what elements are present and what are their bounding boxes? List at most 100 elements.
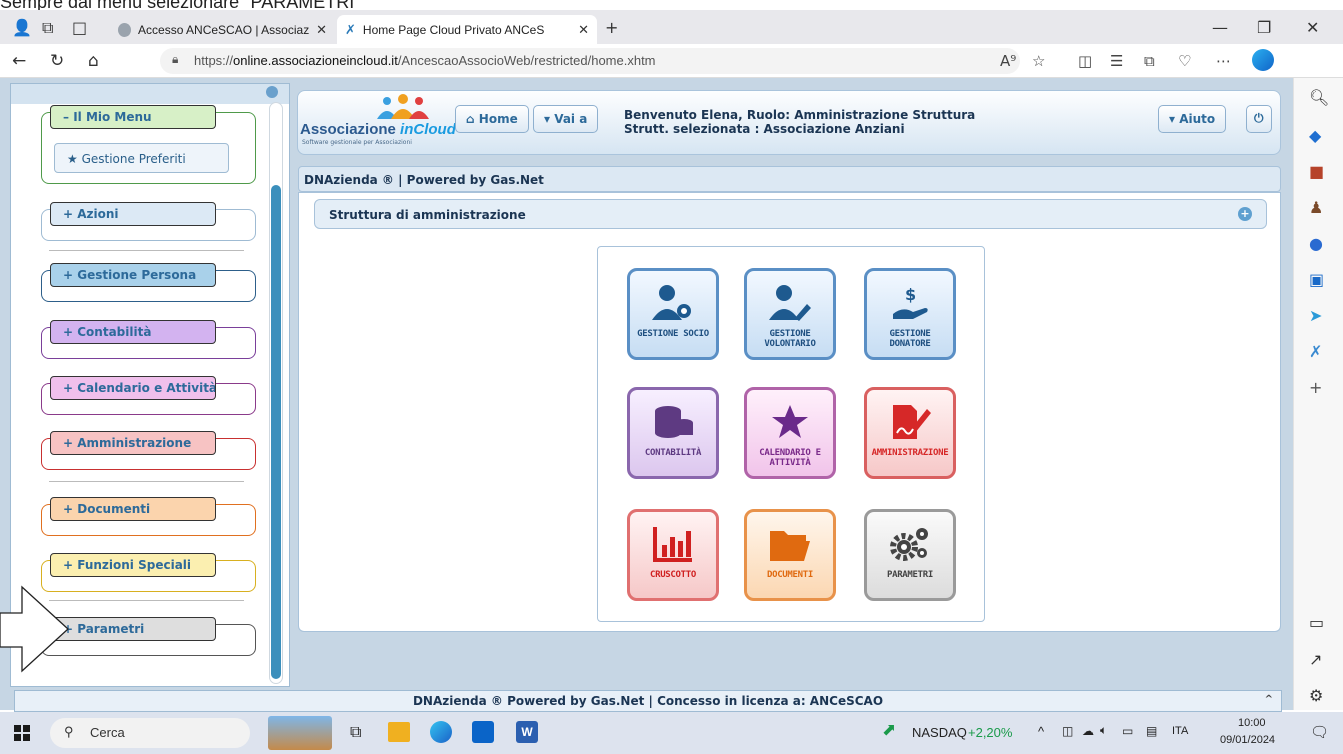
user-edit-icon [768,283,812,323]
stock-chart-icon: ⬈ [882,720,897,739]
read-aloud-icon[interactable]: A⁹ [1000,52,1016,70]
word-icon[interactable]: W [516,721,538,743]
gestione-preferiti-button[interactable]: ★ Gestione Preferiti [54,143,229,173]
tab-accesso[interactable]: Accesso ANCeSCAO | Associazion ✕ [110,15,335,44]
tile-gestione-socio[interactable]: GESTIONE SOCIO [627,268,719,360]
outlook-icon[interactable]: ▣ [1309,270,1324,289]
tile-amministrazione[interactable]: AMMINISTRAZIONE [864,387,956,479]
onedrive-icon[interactable]: ☁ [1082,724,1094,738]
tray-chevron-up-icon[interactable]: ^ [1038,724,1044,739]
home-button[interactable]: ⌂ Home [455,105,529,133]
home-icon[interactable]: ⌂ [88,51,99,71]
add-icon[interactable]: + [1309,378,1322,397]
favorites-icon[interactable]: ☰ [1110,52,1123,70]
tile-contabilita[interactable]: CONTABILITÀ [627,387,719,479]
logo-word-1: Associazione [300,121,396,138]
edge-browser-icon[interactable] [430,721,452,743]
workspaces-icon[interactable]: ⧉ [42,18,53,38]
tab-title: Home Page Cloud Privato ANCeS [362,22,545,37]
app-footer: DNAzienda ® Powered by Gas.Net | Concess… [14,690,1282,712]
volume-icon[interactable]: 🔈︎ [1100,723,1107,738]
language-indicator[interactable]: ITA [1172,725,1188,737]
menu-group-gestione-persona: + Gestione Persona [41,263,256,302]
nav-scroll-thumb[interactable] [271,185,281,679]
clock-date[interactable]: 09/01/2024 [1220,734,1275,746]
restore-button[interactable]: ❐ [1257,18,1271,37]
tile-documenti[interactable]: DOCUMENTI [744,509,836,601]
clock-time[interactable]: 10:00 [1238,717,1266,729]
profile-icon[interactable]: 👤 [12,18,32,37]
tile-gestione-volontario[interactable]: GESTIONE VOLONTARIO [744,268,836,360]
tab-home-page[interactable]: ✗ Home Page Cloud Privato ANCeS ✕ [337,15,597,44]
file-explorer-icon[interactable] [388,722,410,742]
tile-label: GESTIONE SOCIO [637,329,709,339]
user-gear-icon [651,283,695,323]
tile-gestione-donatore[interactable]: $ GESTIONE DONATORE [864,268,956,360]
battery-icon[interactable]: ▭ [1122,724,1133,738]
menu-item-contabilita[interactable]: + Contabilità [50,320,216,344]
menu-item-documenti[interactable]: + Documenti [50,497,216,521]
nav-scrollbar[interactable] [269,102,283,684]
menu-item-amministrazione[interactable]: + Amministrazione [50,431,216,455]
search-icon[interactable]: 🔍︎ [1309,88,1329,107]
new-tab-button[interactable]: + [605,18,618,37]
task-view-icon[interactable]: ⧉ [350,724,361,742]
m365-icon[interactable]: ● [1309,234,1323,253]
logout-button[interactable]: ⏻ [1246,105,1272,133]
chevron-up-icon[interactable]: ^ [1265,694,1273,705]
menu-group-amministrazione: + Amministrazione [41,431,256,470]
expand-icon[interactable]: + [1238,207,1252,221]
vai-a-button[interactable]: ▾ Vai a [533,105,599,133]
mio-menu-header[interactable]: – Il Mio Menu [50,105,216,129]
tile-cruscotto[interactable]: CRUSCOTTO [627,509,719,601]
refresh-icon[interactable]: ↻ [50,51,64,71]
more-icon[interactable]: ⋯ [1216,52,1231,70]
gears-icon [888,524,932,564]
sidebar-toggle-icon[interactable]: ▭ [1309,613,1324,632]
hand-dollar-icon: $ [888,283,932,323]
divider [49,600,244,601]
menu-item-calendario[interactable]: + Calendario e Attività [50,376,216,400]
close-icon[interactable]: ✕ [572,22,589,38]
open-external-icon[interactable]: ↗ [1309,650,1322,669]
tile-parametri[interactable]: PARAMETRI [864,509,956,601]
tab-actions-icon[interactable]: □ [72,18,87,37]
tile-calendario[interactable]: CALENDARIO E ATTIVITÀ [744,387,836,479]
menu-item-gestione-persona[interactable]: + Gestione Persona [50,263,216,287]
search-placeholder: Cerca [90,725,125,740]
notifications-icon[interactable]: 🗨︎ [1310,723,1329,741]
meet-icon[interactable]: ◫ [1062,724,1073,738]
taskbar-search[interactable]: ⚲ Cerca [50,718,250,748]
windows-start-icon[interactable] [14,725,30,741]
browser-essentials-icon[interactable]: ♡ [1178,52,1191,70]
menu-item-parametri[interactable]: + Parametri [50,617,216,641]
network-icon[interactable]: ▤ [1146,724,1157,738]
url-field[interactable]: 🔒︎ https://online.associazioneincloud.it… [160,48,1020,74]
aiuto-button[interactable]: ▾ Aiuto [1158,105,1227,133]
collections-icon[interactable]: ⧉ [1144,52,1155,70]
nav-collapse-icon[interactable] [266,86,278,98]
url-prefix: https:// [194,53,234,68]
split-screen-icon[interactable]: ◫ [1078,52,1092,70]
menu-item-funzioni-speciali[interactable]: + Funzioni Speciali [50,553,216,577]
tools-icon[interactable]: ■ [1309,162,1324,181]
dna-icon[interactable]: ✗ [1309,342,1322,361]
menu-group-parametri: + Parametri [41,617,256,656]
games-icon[interactable]: ♟ [1309,198,1323,217]
close-window-button[interactable]: ✕ [1306,18,1319,37]
copilot-icon[interactable] [1252,49,1274,71]
menu-item-label: Contabilità [77,325,152,339]
mio-menu-label: Il Mio Menu [73,110,152,124]
tag-icon[interactable]: ◆ [1309,126,1321,145]
menu-item-label: Funzioni Speciali [77,558,192,572]
taskbar: ⚲ Cerca ⧉ W ⬈ NASDAQ +2,20% ^ ◫ ☁ 🔈︎ ▭ ▤… [0,712,1343,754]
send-icon[interactable]: ➤ [1309,306,1322,325]
favorite-star-icon[interactable]: ☆ [1032,52,1045,70]
menu-item-azioni[interactable]: + Azioni [50,202,216,226]
outlook-taskbar-icon[interactable] [472,721,494,743]
back-icon[interactable]: ← [12,51,26,71]
site-favicon-icon [118,22,132,37]
close-icon[interactable]: ✕ [310,22,327,38]
minimize-button[interactable]: — [1212,18,1228,37]
settings-icon[interactable]: ⚙ [1309,686,1323,705]
